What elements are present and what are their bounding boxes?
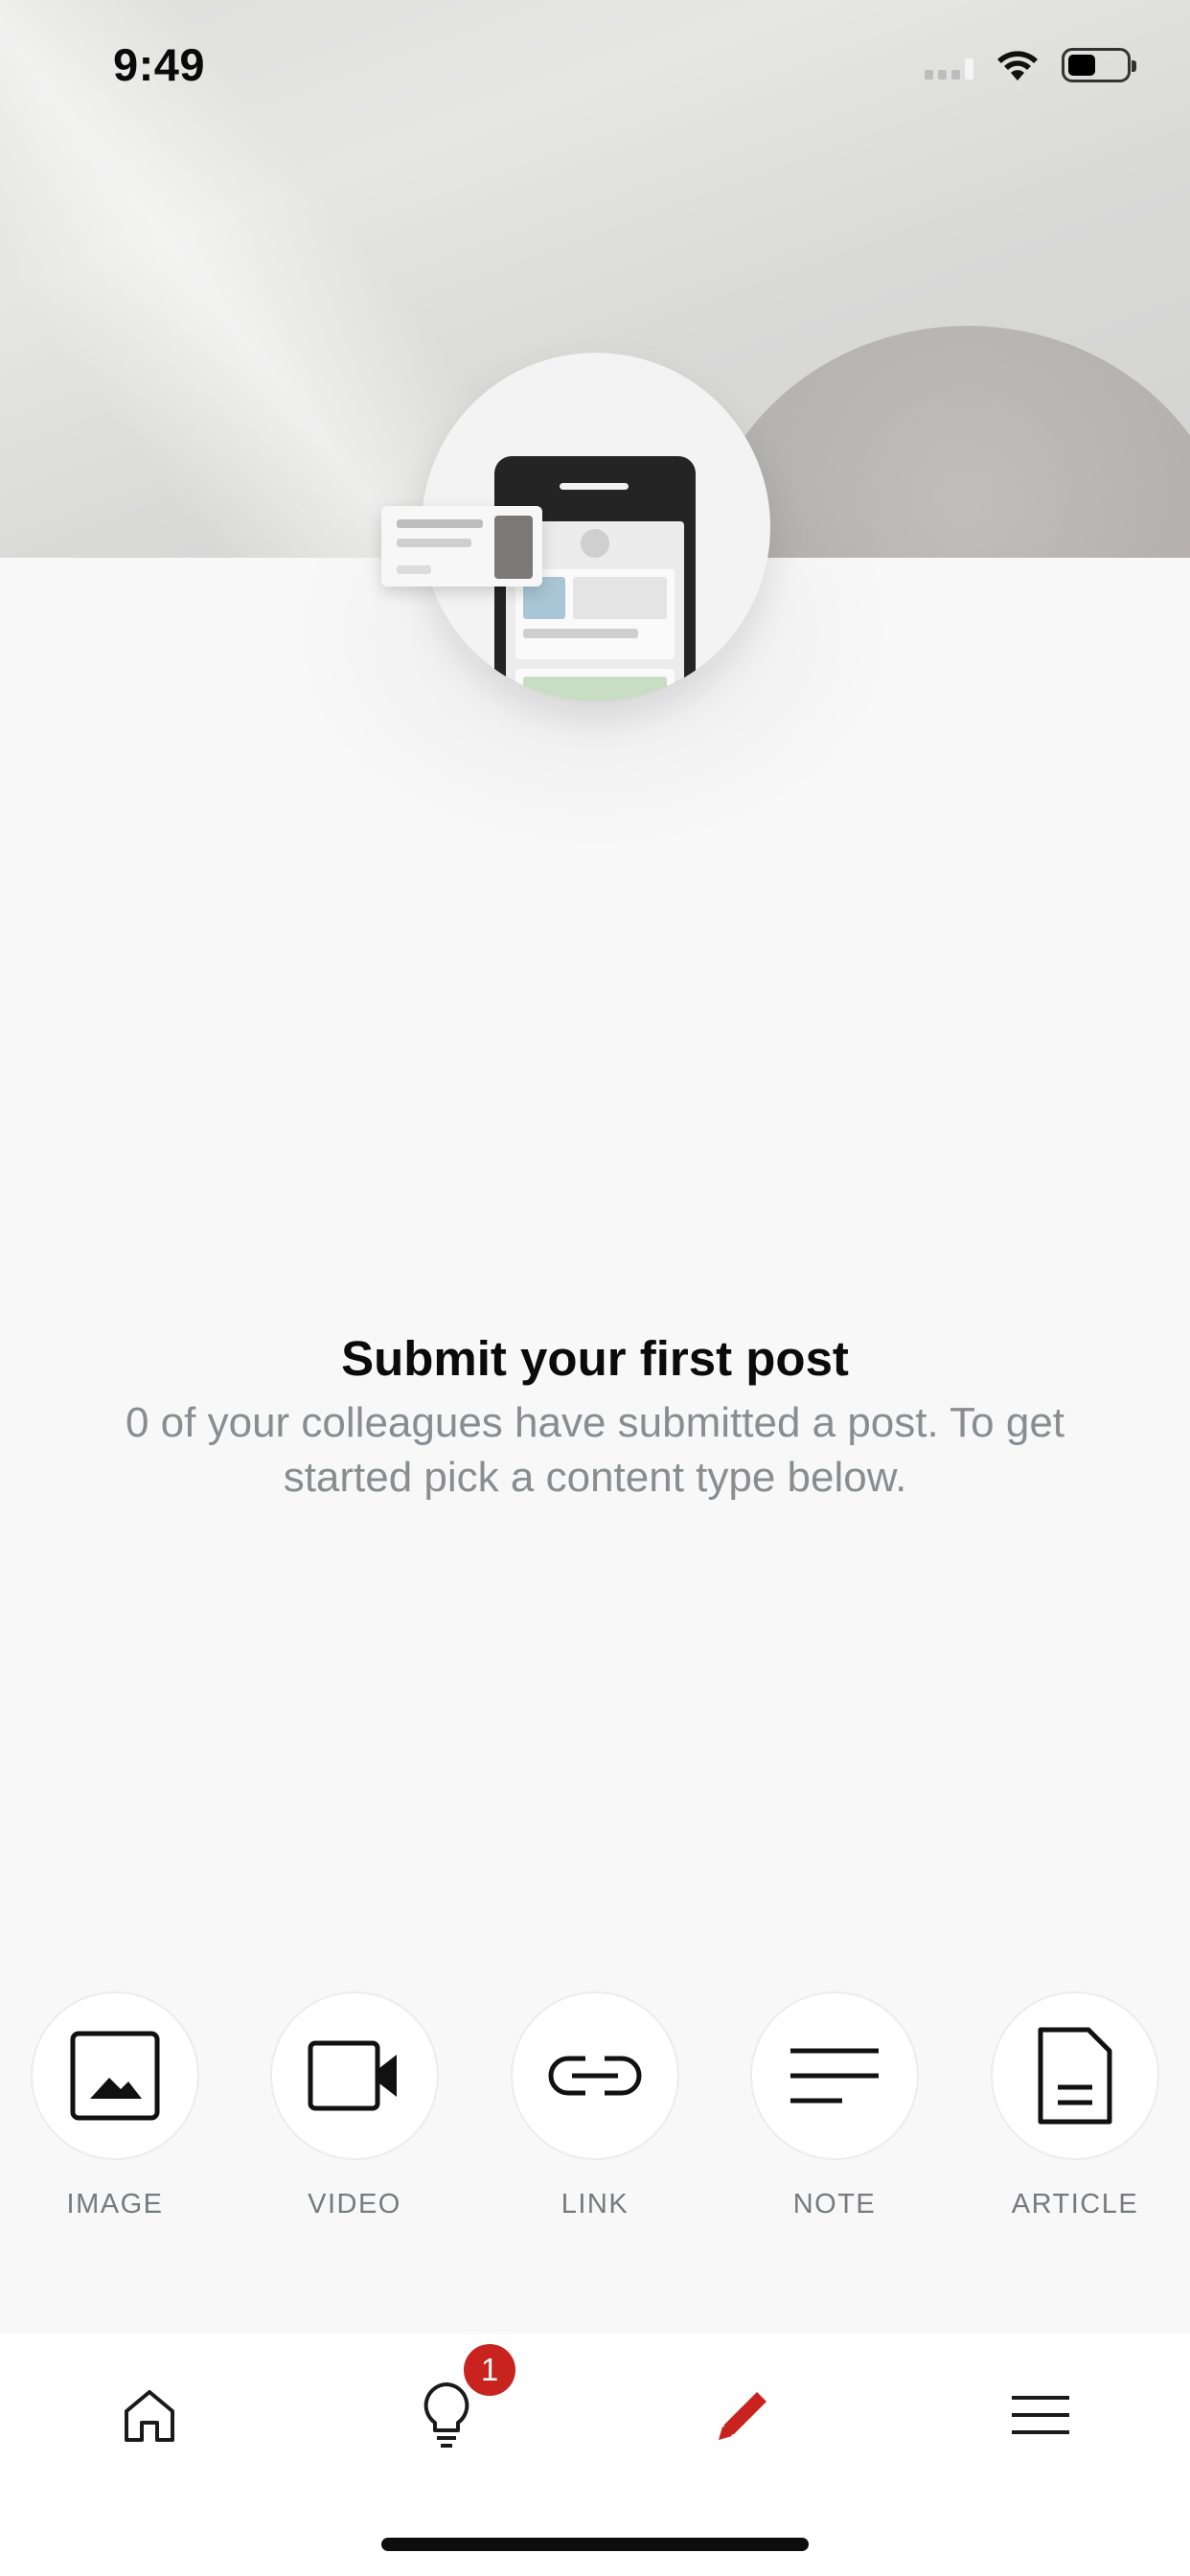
pencil-icon: [719, 2392, 767, 2440]
content-type-label: LINK: [561, 2189, 629, 2220]
content-type-link-button[interactable]: LINK: [492, 1991, 684, 2221]
article-button-circle[interactable]: [991, 1991, 1159, 2160]
empty-state-title: Submit your first post: [341, 1331, 849, 1386]
wifi-icon: [997, 51, 1038, 80]
tab-home[interactable]: [92, 2358, 207, 2472]
link-button-circle[interactable]: [511, 1991, 679, 2160]
floating-post-card-illustration: [381, 506, 542, 586]
notification-badge: 1: [464, 2344, 515, 2396]
content-type-picker: IMAGE VIDEO LINK NOTE ARTICLE: [0, 1991, 1190, 2221]
article-icon: [1038, 2027, 1112, 2125]
cellular-signal-icon: [925, 51, 973, 80]
status-icons: [925, 44, 1136, 86]
content-type-label: IMAGE: [66, 2189, 164, 2220]
tab-compose[interactable]: [686, 2358, 801, 2472]
tab-menu[interactable]: [983, 2358, 1098, 2472]
video-button-circle[interactable]: [270, 1991, 439, 2160]
note-icon: [790, 2048, 879, 2104]
content-type-image-button[interactable]: IMAGE: [12, 1991, 204, 2221]
content-type-note-button[interactable]: NOTE: [732, 1991, 924, 2221]
lightbulb-icon: [423, 2382, 469, 2448]
content-type-article-button[interactable]: ARTICLE: [973, 1991, 1164, 2221]
battery-icon: [1062, 48, 1136, 82]
empty-state-subtitle: 0 of your colleagues have submitted a po…: [125, 1399, 1065, 1501]
home-indicator[interactable]: [381, 2538, 809, 2551]
home-icon: [125, 2390, 174, 2442]
status-bar: 9:49: [0, 0, 1190, 126]
link-icon: [548, 2056, 642, 2096]
content-type-video-button[interactable]: VIDEO: [252, 1991, 444, 2221]
note-button-circle[interactable]: [750, 1991, 919, 2160]
image-button-circle[interactable]: [31, 1991, 199, 2160]
image-icon: [70, 2031, 160, 2121]
content-type-label: NOTE: [792, 2189, 877, 2220]
menu-icon: [1012, 2396, 1069, 2434]
status-time: 9:49: [113, 39, 206, 90]
content-type-label: VIDEO: [308, 2189, 401, 2220]
video-icon: [308, 2040, 397, 2111]
content-type-label: ARTICLE: [1011, 2189, 1139, 2220]
